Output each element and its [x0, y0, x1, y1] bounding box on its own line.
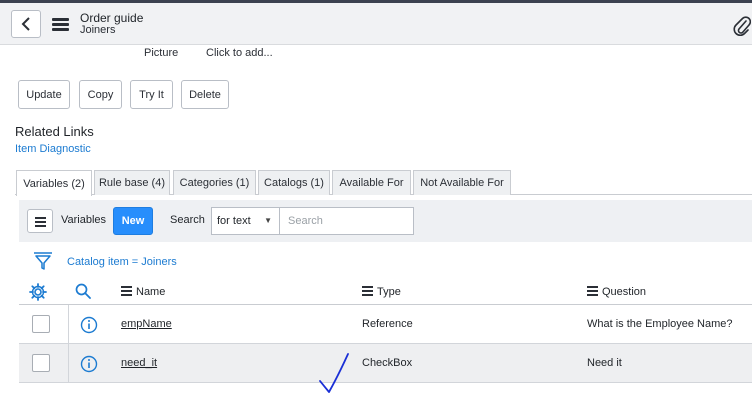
variable-question: Need it	[587, 357, 622, 369]
search-input[interactable]: Search	[279, 207, 414, 235]
column-header-type[interactable]: Type	[362, 286, 401, 298]
table-row: need_it CheckBox Need it	[19, 344, 752, 383]
caret-down-icon: ▼	[264, 216, 272, 225]
variable-name-link[interactable]: empName	[121, 318, 172, 330]
variable-question: What is the Employee Name?	[587, 318, 733, 330]
copy-button[interactable]: Copy	[79, 80, 122, 109]
tab-available-for[interactable]: Available For	[332, 170, 411, 195]
table-row: empName Reference What is the Employee N…	[19, 305, 752, 344]
filter-breadcrumb[interactable]: Catalog item = Joiners	[67, 256, 177, 268]
column-menu-icon	[362, 286, 373, 298]
form-header: Order guide Joiners	[0, 3, 752, 45]
row-checkbox[interactable]	[32, 354, 50, 372]
column-header-question[interactable]: Question	[587, 286, 646, 298]
search-field-select[interactable]: for text ▼	[211, 207, 280, 235]
item-diagnostic-link[interactable]: Item Diagnostic	[15, 143, 91, 155]
related-links-heading: Related Links	[15, 124, 94, 139]
search-field-value: for text	[217, 215, 251, 227]
tab-catalogs[interactable]: Catalogs (1)	[258, 170, 330, 195]
update-button[interactable]: Update	[18, 80, 70, 109]
row-select-cell	[19, 344, 69, 382]
row-select-cell	[19, 305, 69, 343]
chevron-left-icon	[21, 17, 30, 31]
info-icon[interactable]	[80, 316, 98, 334]
list-title: Variables	[61, 214, 107, 226]
column-header-question-label: Question	[602, 286, 647, 298]
list-menu-button[interactable]	[27, 209, 53, 233]
paperclip-icon[interactable]	[733, 15, 751, 37]
page-subtitle: Joiners	[80, 24, 116, 36]
column-header-type-label: Type	[377, 286, 401, 298]
column-menu-icon	[587, 286, 598, 298]
column-header-name[interactable]: Name	[121, 286, 165, 298]
gear-icon[interactable]	[29, 283, 47, 301]
list-toolbar: Variables New Search for text ▼ Search	[19, 200, 752, 242]
column-header-name-label: Name	[136, 286, 166, 298]
variable-name-link[interactable]: need_it	[121, 357, 157, 369]
tab-rule-base[interactable]: Rule base (4)	[94, 170, 170, 195]
search-icon[interactable]	[75, 283, 91, 299]
handwritten-checkmark-annotation	[319, 353, 349, 393]
page-title: Order guide	[80, 11, 144, 25]
picture-label: Picture	[144, 47, 179, 59]
tab-categories[interactable]: Categories (1)	[173, 170, 256, 195]
search-label: Search	[170, 214, 205, 226]
try-it-button[interactable]: Try It	[130, 80, 173, 109]
picture-upload-link[interactable]: Click to add...	[206, 47, 273, 59]
filter-icon[interactable]	[33, 251, 53, 271]
tab-variables[interactable]: Variables (2)	[16, 170, 92, 196]
column-menu-icon	[121, 286, 132, 298]
variable-type: Reference	[362, 318, 413, 330]
row-checkbox[interactable]	[32, 315, 50, 333]
delete-button[interactable]: Delete	[181, 80, 229, 109]
variable-type: CheckBox	[362, 357, 413, 369]
back-button[interactable]	[11, 10, 41, 38]
new-button[interactable]: New	[113, 207, 153, 235]
hamburger-menu-icon[interactable]	[52, 18, 69, 31]
info-icon[interactable]	[80, 355, 98, 373]
tab-not-available-for[interactable]: Not Available For	[413, 170, 511, 195]
